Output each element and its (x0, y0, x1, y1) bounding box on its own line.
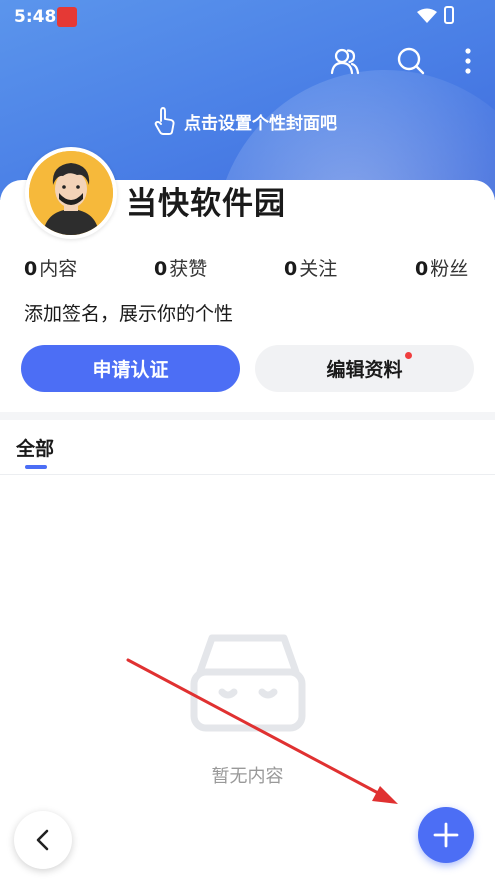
plus-icon (433, 822, 459, 848)
annotation-arrow (126, 658, 398, 804)
back-button[interactable] (14, 811, 72, 869)
back-icon (36, 829, 49, 851)
add-post-button[interactable] (418, 807, 474, 863)
